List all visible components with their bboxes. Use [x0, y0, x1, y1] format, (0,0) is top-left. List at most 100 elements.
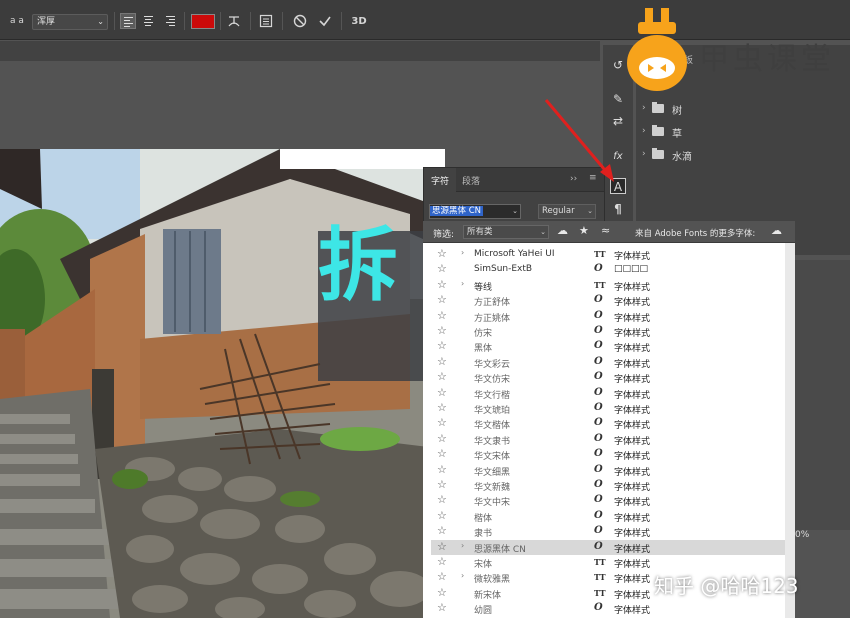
- font-list-item[interactable]: ☆ 隶书 O 字体样式: [431, 524, 785, 539]
- font-sample: 字体样式: [614, 375, 651, 386]
- font-list-item[interactable]: ☆ › 思源黑体 CN O 字体样式: [431, 539, 785, 555]
- brand-logo: [627, 8, 687, 91]
- chevron-right-icon[interactable]: ›: [461, 248, 464, 257]
- font-list-item[interactable]: ☆ 华文仿宋 O 字体样式: [431, 370, 785, 385]
- favorite-star-icon[interactable]: ☆: [437, 555, 447, 569]
- filter-class-select[interactable]: 所有类 ⌄: [463, 225, 549, 239]
- font-list-item[interactable]: ☆ 华文中宋 O 字体样式: [431, 493, 785, 508]
- font-list-item[interactable]: ☆ 华文新魏 O 字体样式: [431, 478, 785, 493]
- font-name: 华文隶书: [474, 436, 511, 447]
- font-list-item[interactable]: ☆ 华文行楷 O 字体样式: [431, 386, 785, 401]
- favorite-star-icon[interactable]: ☆: [437, 447, 447, 461]
- favorite-star-icon[interactable]: ☆: [437, 355, 447, 369]
- similar-fonts-icon[interactable]: ≈: [601, 224, 610, 237]
- chevron-right-icon[interactable]: ›: [642, 103, 646, 113]
- font-name: 华文彩云: [474, 359, 511, 370]
- font-name: 仿宋: [474, 329, 493, 339]
- font-sample: 字体样式: [614, 467, 651, 478]
- canvas-text-layer[interactable]: 拆: [318, 221, 398, 311]
- font-list-item[interactable]: ☆ 华文彩云 O 字体样式: [431, 355, 785, 370]
- font-sample: 字体样式: [614, 344, 651, 355]
- chevron-right-icon[interactable]: ›: [642, 149, 646, 159]
- toggle-panels-icon[interactable]: [258, 12, 274, 30]
- font-size-icon[interactable]: a a: [8, 12, 26, 30]
- font-sample: 字体样式: [614, 313, 651, 324]
- warp-text-icon[interactable]: [226, 12, 242, 30]
- font-list-scrollbar[interactable]: [785, 243, 795, 618]
- favorite-star-icon[interactable]: ☆: [437, 262, 447, 276]
- layer-group-row[interactable]: › 水滴: [636, 144, 850, 166]
- favorite-star-icon[interactable]: ☆: [437, 247, 447, 261]
- commit-check-icon[interactable]: [317, 12, 333, 30]
- font-family-field[interactable]: 思源黑体 CN ⌄: [429, 204, 521, 219]
- layer-group-row[interactable]: › 草: [636, 121, 850, 143]
- favorite-star-icon[interactable]: ☆: [437, 339, 447, 353]
- font-list-item[interactable]: ☆ 华文细黑 O 字体样式: [431, 463, 785, 478]
- font-list-item[interactable]: ☆ 仿宋 O 字体样式: [431, 324, 785, 339]
- favorite-star-icon[interactable]: ☆: [437, 540, 447, 554]
- font-type-icon: O: [594, 525, 603, 537]
- favorite-star-icon[interactable]: ☆: [437, 278, 447, 292]
- favorite-star-icon[interactable]: ☆: [437, 463, 447, 477]
- favorite-star-icon[interactable]: ☆: [437, 601, 447, 615]
- favorite-star-icon[interactable]: ☆: [437, 401, 447, 415]
- font-list-item[interactable]: ☆ 华文楷体 O 字体样式: [431, 416, 785, 431]
- tab-character[interactable]: 字符: [431, 174, 449, 187]
- 3d-button[interactable]: 3D: [350, 12, 368, 30]
- document-tab-bar: [0, 41, 600, 61]
- chevron-right-icon[interactable]: ›: [461, 279, 464, 288]
- favorite-star-icon[interactable]: ☆: [437, 432, 447, 446]
- favorite-star-icon[interactable]: ☆: [437, 309, 447, 323]
- font-list-item[interactable]: ☆ 方正姚体 O 字体样式: [431, 309, 785, 324]
- chevron-down-icon[interactable]: ⌄: [512, 205, 518, 218]
- favorite-star-icon[interactable]: ☆: [437, 586, 447, 600]
- font-list-item[interactable]: ☆ 华文琥珀 O 字体样式: [431, 401, 785, 416]
- favorite-star-icon[interactable]: ☆: [437, 493, 447, 507]
- chevron-right-icon[interactable]: ›: [461, 541, 464, 550]
- tab-paragraph[interactable]: 段落: [462, 174, 480, 187]
- favorite-star-icon[interactable]: ☆: [437, 416, 447, 430]
- cloud-filter-icon[interactable]: ☁: [557, 224, 568, 237]
- zoom-field[interactable]: 0%: [795, 530, 809, 540]
- paragraph-panel-icon[interactable]: ¶: [610, 201, 626, 217]
- font-list-item[interactable]: ☆ 方正舒体 O 字体样式: [431, 293, 785, 308]
- font-family-field-value: 思源黑体 CN: [430, 206, 483, 216]
- font-sample: 字体样式: [614, 359, 651, 370]
- adobe-fonts-link[interactable]: 来自 Adobe Fonts 的更多字体:: [635, 227, 755, 239]
- font-type-icon: O: [594, 509, 603, 521]
- font-list-item[interactable]: ☆ › Microsoft YaHei UI TT 字体样式: [431, 247, 785, 262]
- align-left-button[interactable]: [120, 13, 136, 29]
- favorite-star-icon[interactable]: ☆: [437, 524, 447, 538]
- chevron-right-icon[interactable]: ›: [642, 126, 646, 136]
- favorite-star-icon[interactable]: ☆: [437, 370, 447, 384]
- font-style-select[interactable]: Regular ⌄: [538, 204, 596, 219]
- font-list-item[interactable]: ☆ 黑体 O 字体样式: [431, 339, 785, 354]
- adobe-cloud-icon[interactable]: ☁: [771, 224, 782, 237]
- favorites-filter-icon[interactable]: ★: [579, 224, 589, 237]
- font-family-select[interactable]: 浑厚 ⌄: [32, 14, 108, 30]
- favorite-star-icon[interactable]: ☆: [437, 293, 447, 307]
- divider: [250, 12, 251, 30]
- favorite-star-icon[interactable]: ☆: [437, 509, 447, 523]
- font-sample: 字体样式: [614, 406, 651, 416]
- font-list-item[interactable]: ☆ 幼圆 O 字体样式: [431, 601, 785, 616]
- align-center-button[interactable]: [141, 13, 157, 29]
- divider: [341, 12, 342, 30]
- text-color-swatch[interactable]: [191, 14, 215, 29]
- font-list-item[interactable]: ☆ 华文宋体 O 字体样式: [431, 447, 785, 462]
- font-type-icon: O: [594, 463, 603, 475]
- favorite-star-icon[interactable]: ☆: [437, 478, 447, 492]
- chevron-right-icon[interactable]: ›: [461, 571, 464, 580]
- favorite-star-icon[interactable]: ☆: [437, 570, 447, 584]
- font-list-item[interactable]: ☆ 楷体 O 字体样式: [431, 509, 785, 524]
- font-list-item[interactable]: ☆ › 等线 TT 字体样式: [431, 278, 785, 293]
- favorite-star-icon[interactable]: ☆: [437, 324, 447, 338]
- cancel-icon[interactable]: [292, 12, 308, 30]
- font-list-item[interactable]: ☆ SimSun-ExtB O □□□□: [431, 262, 785, 277]
- font-list-item[interactable]: ☆ 宋体 TT 字体样式: [431, 555, 785, 570]
- favorite-star-icon[interactable]: ☆: [437, 386, 447, 400]
- font-list-item[interactable]: ☆ 华文隶书 O 字体样式: [431, 432, 785, 447]
- layer-group-row[interactable]: › 树: [636, 98, 850, 120]
- chevron-down-icon: ⌄: [97, 17, 104, 26]
- align-right-button[interactable]: [162, 13, 178, 29]
